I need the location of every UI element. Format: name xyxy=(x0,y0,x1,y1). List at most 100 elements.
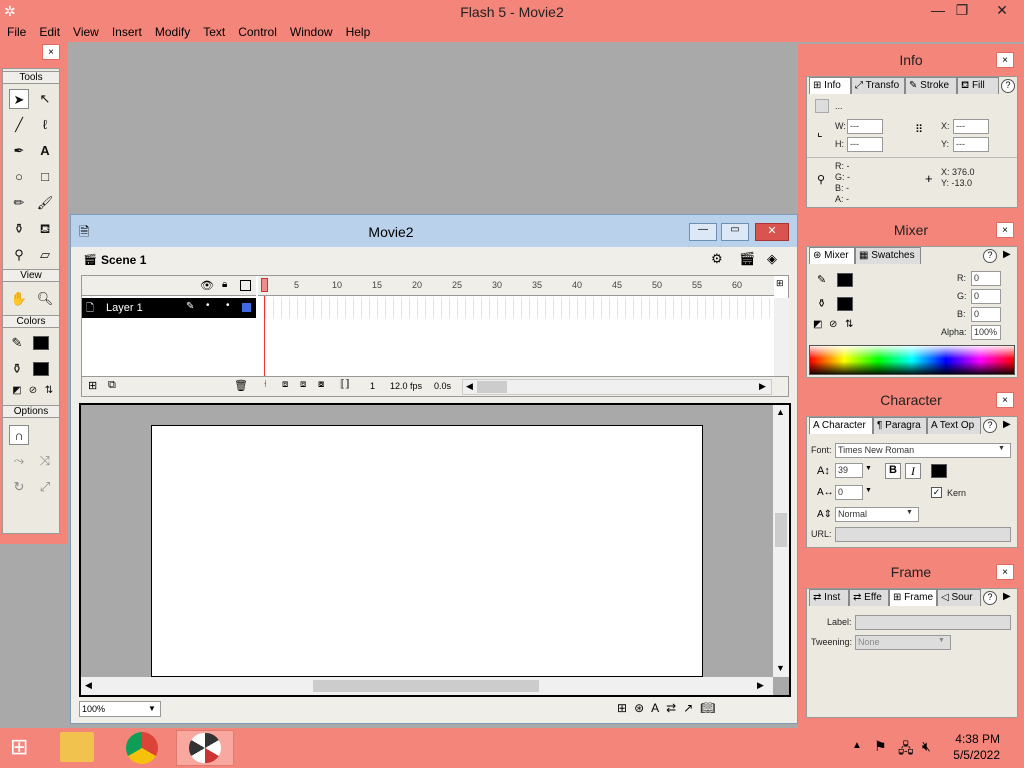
tab-paragraph[interactable]: ¶ Paragra xyxy=(873,417,927,434)
movie-maximize-button[interactable]: ▭ xyxy=(721,223,749,241)
tab-info[interactable]: ⊞ Info xyxy=(809,77,851,94)
network-icon[interactable]: 🖧︎ xyxy=(898,738,914,762)
info-panel-launch-icon[interactable]: ⊞ xyxy=(617,701,634,715)
stroke-color-swatch[interactable] xyxy=(33,336,49,350)
lasso-tool-icon[interactable]: ℓ xyxy=(35,115,55,135)
scroll-down-icon[interactable]: ▼ xyxy=(776,663,785,673)
color-spectrum[interactable] xyxy=(809,345,1015,375)
url-field[interactable] xyxy=(835,527,1011,542)
tab-frame[interactable]: ⊞ Frame xyxy=(889,589,937,606)
paint-bucket-tool-icon[interactable]: ⛾ xyxy=(35,219,55,239)
stage-hscroll[interactable]: ◀ ▶ xyxy=(81,677,773,695)
info-help-button[interactable]: ? xyxy=(1001,79,1015,93)
movie-minimize-button[interactable]: — xyxy=(689,223,717,241)
scroll-right-icon[interactable]: ▶ xyxy=(757,680,764,691)
edit-symbols-icon[interactable]: 🎬︎ xyxy=(739,251,756,267)
default-colors-icon[interactable]: ◩ xyxy=(813,319,822,330)
r-field[interactable]: 0 xyxy=(971,271,1001,286)
mixer-help-button[interactable]: ? xyxy=(983,249,997,263)
tab-swatches[interactable]: ▦ Swatches xyxy=(855,247,921,264)
frame-cells[interactable] xyxy=(258,298,774,318)
scale-icon[interactable]: ⤢ xyxy=(35,477,55,497)
panel-menu-arrow-icon[interactable]: ▶ xyxy=(1003,419,1011,430)
timeline-hscroll[interactable]: ◀ ▶ xyxy=(462,379,772,395)
smooth-icon[interactable]: ⤳ xyxy=(9,451,29,471)
snap-magnet-icon[interactable]: ∩ xyxy=(9,425,29,445)
actions-panel-launch-icon[interactable]: ↗ xyxy=(683,701,700,715)
scroll-left-icon[interactable]: ◀ xyxy=(466,381,473,392)
menu-control[interactable]: Control xyxy=(231,24,283,39)
menu-help[interactable]: Help xyxy=(339,24,377,39)
eraser-tool-icon[interactable]: ▱ xyxy=(35,245,55,265)
subselect-tool-icon[interactable]: ↖ xyxy=(35,89,55,109)
panel-menu-arrow-icon[interactable]: ▶ xyxy=(1003,591,1011,602)
mixer-close-button[interactable]: × xyxy=(996,222,1014,238)
flash-taskbar-button[interactable] xyxy=(176,730,234,766)
frame-view-menu-icon[interactable]: ⊞ xyxy=(776,278,784,289)
eye-icon[interactable]: 👁︎ xyxy=(200,279,214,292)
frame-help-button[interactable]: ? xyxy=(983,591,997,605)
chevron-down-icon[interactable]: ▼ xyxy=(865,465,872,472)
character-close-button[interactable]: × xyxy=(996,392,1014,408)
font-size-field[interactable]: 39 xyxy=(835,463,863,478)
text-tool-icon[interactable]: A xyxy=(35,141,55,161)
stage-canvas[interactable] xyxy=(151,425,703,677)
chrome-icon[interactable] xyxy=(126,732,158,764)
character-help-button[interactable]: ? xyxy=(983,419,997,433)
straighten-icon[interactable]: ⤨ xyxy=(35,451,55,471)
layer-color-swatch[interactable] xyxy=(242,303,251,312)
chevron-down-icon[interactable]: ▼ xyxy=(865,487,872,494)
playhead[interactable] xyxy=(261,278,268,292)
oval-tool-icon[interactable]: ○ xyxy=(9,167,29,187)
w-field[interactable]: --- xyxy=(847,119,883,134)
tab-stroke[interactable]: ✎ Stroke xyxy=(905,77,957,94)
scroll-left-icon[interactable]: ◀ xyxy=(85,680,92,691)
outline-icon[interactable] xyxy=(240,280,251,291)
mixer-fill-swatch[interactable] xyxy=(837,297,853,311)
stage-vscroll[interactable]: ▲ ▼ xyxy=(773,405,789,677)
ink-bottle-tool-icon[interactable]: ⚱ xyxy=(9,219,29,239)
menu-file[interactable]: File xyxy=(0,24,32,39)
instance-panel-launch-icon[interactable]: ⇄ xyxy=(666,701,683,715)
line-tool-icon[interactable]: ╱ xyxy=(9,115,29,135)
arrow-tool-icon[interactable]: ➤ xyxy=(9,89,29,109)
modify-onion-markers-icon[interactable]: ⟦⟧ xyxy=(340,379,350,390)
edit-multiple-frames-icon[interactable]: ⧇ xyxy=(318,379,324,390)
menu-insert[interactable]: Insert xyxy=(105,24,148,39)
brush-tool-icon[interactable]: 🖌 xyxy=(35,193,55,213)
alpha-field[interactable]: 100% xyxy=(971,325,1001,340)
tab-character[interactable]: A Character xyxy=(809,417,873,434)
lock-icon[interactable]: 🔒︎ xyxy=(222,279,227,290)
movie-explorer-launch-icon[interactable]: 📖︎ xyxy=(700,701,722,715)
h-field[interactable]: --- xyxy=(847,137,883,152)
edit-objects-icon[interactable]: ◈ xyxy=(767,251,777,267)
tools-close-button[interactable]: × xyxy=(42,44,60,60)
font-select[interactable]: Times New Roman ▼ xyxy=(835,443,1011,458)
tweening-select[interactable]: None ▼ xyxy=(855,635,951,650)
close-icon[interactable]: ✕ xyxy=(990,2,1014,20)
b-field[interactable]: 0 xyxy=(971,307,1001,322)
add-layer-icon[interactable]: ⊞ xyxy=(88,379,97,392)
layer-row[interactable]: 🗋 Layer 1 ✎ • • xyxy=(82,298,256,318)
italic-button[interactable]: I xyxy=(905,463,921,479)
mixer-panel-launch-icon[interactable]: ⊛ xyxy=(634,701,651,715)
frame-close-button[interactable]: × xyxy=(996,564,1014,580)
tab-effect[interactable]: ⇄ Effe xyxy=(849,589,889,606)
clock-time[interactable]: 4:38 PM xyxy=(940,732,1000,746)
pencil-tool-icon[interactable]: ✏ xyxy=(9,193,29,213)
y-field[interactable]: --- xyxy=(953,137,989,152)
menu-modify[interactable]: Modify xyxy=(148,24,196,39)
tab-transform[interactable]: ⤢ Transfo xyxy=(851,77,905,94)
info-close-button[interactable]: × xyxy=(996,52,1014,68)
tab-mixer[interactable]: ⊛ Mixer xyxy=(809,247,855,264)
layer-lock-dot-icon[interactable]: • xyxy=(226,300,230,311)
rotate-icon[interactable]: ↻ xyxy=(9,477,29,497)
stage-vscroll-thumb[interactable] xyxy=(775,513,787,547)
layer-visible-dot-icon[interactable]: • xyxy=(206,300,210,311)
baseline-select[interactable]: Normal ▼ xyxy=(835,507,919,522)
text-color-swatch[interactable] xyxy=(931,464,947,478)
kern-checkbox[interactable]: ✓ xyxy=(931,487,942,498)
hand-tool-icon[interactable]: ✋ xyxy=(9,289,29,309)
timeline-vscroll[interactable] xyxy=(774,298,789,376)
menu-window[interactable]: Window xyxy=(283,24,339,39)
